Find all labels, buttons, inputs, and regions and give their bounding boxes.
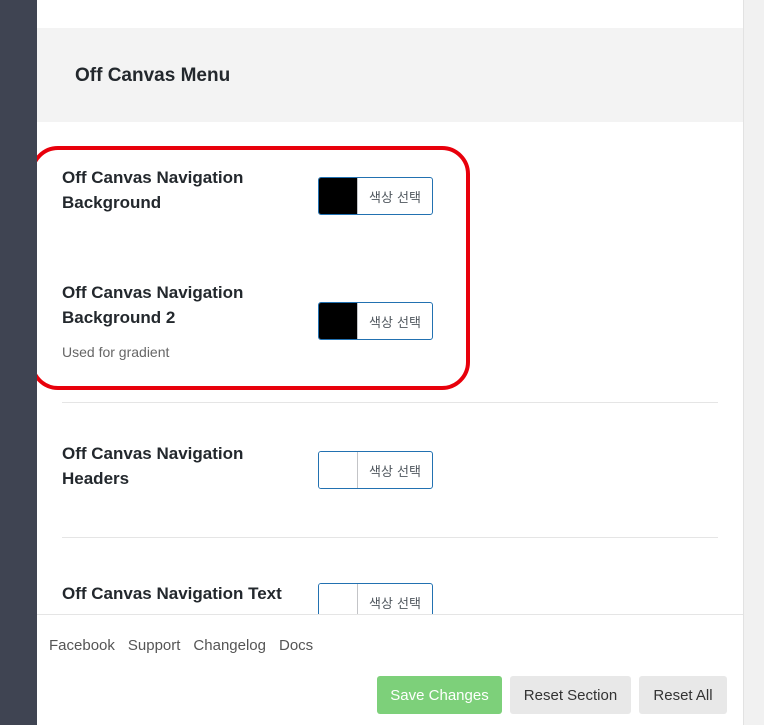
save-changes-button[interactable]: Save Changes	[377, 676, 502, 714]
reset-all-button[interactable]: Reset All	[639, 676, 727, 714]
color-swatch	[319, 452, 358, 488]
footer-links: Facebook Support Changelog Docs	[49, 637, 313, 654]
options-footer: Facebook Support Changelog Docs Save Cha…	[37, 614, 743, 725]
support-link[interactable]: Support	[128, 637, 181, 654]
changelog-link[interactable]: Changelog	[193, 637, 266, 654]
color-picker-button[interactable]: 색상 선택	[318, 451, 433, 489]
divider	[62, 537, 718, 538]
highlight-annotation	[37, 146, 470, 390]
docs-link[interactable]: Docs	[279, 637, 313, 654]
reset-section-button[interactable]: Reset Section	[510, 676, 631, 714]
section-header: Off Canvas Menu	[37, 28, 743, 122]
picker-label: 색상 선택	[369, 464, 421, 480]
option-label: Off Canvas Navigation Headers	[62, 444, 244, 488]
options-panel: Off Canvas Menu Off Canvas Navigation Ba…	[37, 0, 743, 725]
previous-section-end	[37, 0, 743, 28]
scroll-gutter	[743, 0, 764, 725]
option-label: Off Canvas Navigation Text	[62, 584, 282, 603]
section-title: Off Canvas Menu	[75, 65, 231, 86]
divider	[62, 402, 718, 403]
facebook-link[interactable]: Facebook	[49, 637, 115, 654]
admin-sidebar	[0, 0, 37, 725]
